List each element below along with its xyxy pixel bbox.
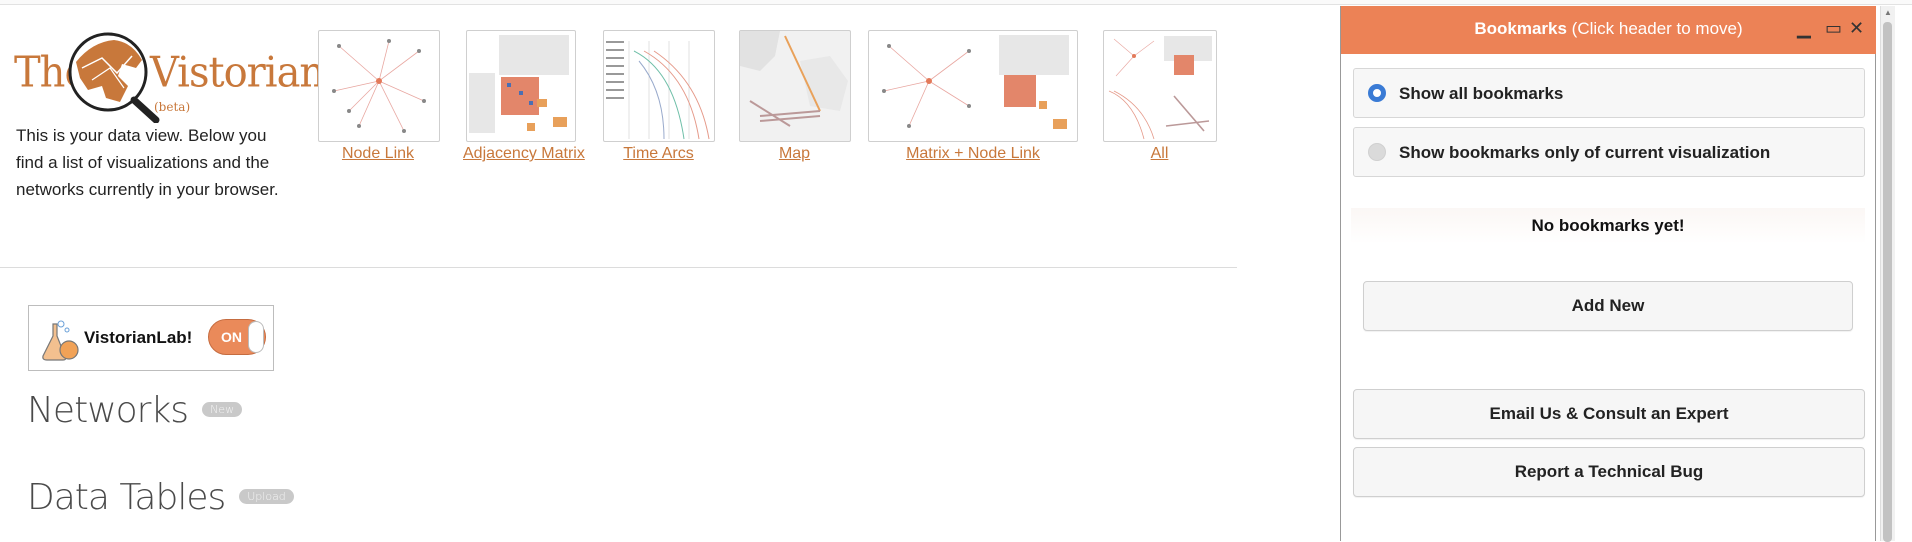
email-expert-button[interactable]: Email Us & Consult an Expert <box>1353 389 1865 439</box>
viz-map[interactable]: Map <box>732 30 857 163</box>
bookmarks-title-hint: (Click header to move) <box>1566 19 1743 38</box>
radio-show-current-bookmarks[interactable]: Show bookmarks only of current visualiza… <box>1353 127 1865 177</box>
bookmarks-panel: Bookmarks (Click header to move) ▁ ▭ ✕ S… <box>1340 6 1876 541</box>
radio-checked-icon[interactable] <box>1368 84 1386 102</box>
viz-link-node-link[interactable]: Node Link <box>318 145 438 163</box>
viz-link-all[interactable]: All <box>1102 145 1217 163</box>
section-divider <box>0 267 1237 268</box>
data-tables-heading: Data Tables <box>27 477 226 518</box>
viz-link-map[interactable]: Map <box>732 145 857 163</box>
vistorian-lab-toggle[interactable]: ON <box>208 319 266 355</box>
viz-link-adjacency-matrix[interactable]: Adjacency Matrix <box>463 145 585 163</box>
bookmarks-title: Bookmarks <box>1474 19 1567 38</box>
toggle-knob[interactable] <box>248 321 264 353</box>
browser-top-edge <box>0 0 1912 5</box>
scroll-up-arrow-icon[interactable]: ▲ <box>1884 8 1892 17</box>
vistorian-logo: The Vistorian (beta) <box>14 28 325 123</box>
map-thumbnail[interactable] <box>738 30 851 142</box>
node-link-thumbnail[interactable] <box>318 30 440 142</box>
intro-text: This is your data view. Below you find a… <box>16 126 279 199</box>
minimize-icon[interactable]: ▁ <box>1797 6 1811 50</box>
viz-matrix-node-link[interactable]: Matrix + Node Link <box>868 30 1078 163</box>
networks-heading: Networks <box>27 390 189 431</box>
viz-link-matrix-node-link[interactable]: Matrix + Node Link <box>868 145 1078 163</box>
vistorian-lab-label: VistorianLab! <box>84 328 193 347</box>
adjacency-matrix-thumbnail[interactable] <box>465 30 576 142</box>
radio-show-all-bookmarks[interactable]: Show all bookmarks <box>1353 68 1865 118</box>
page-scrollbar[interactable]: ▲ <box>1880 6 1895 542</box>
toggle-on-label: ON <box>221 329 242 345</box>
all-thumbnail[interactable] <box>1102 30 1217 142</box>
close-icon[interactable]: ✕ <box>1849 6 1864 50</box>
networks-section-title: Networks New <box>27 390 243 431</box>
viz-link-time-arcs[interactable]: Time Arcs <box>596 145 721 163</box>
viz-time-arcs[interactable]: Time Arcs <box>596 30 721 163</box>
report-bug-button[interactable]: Report a Technical Bug <box>1353 447 1865 497</box>
upload-table-badge[interactable]: Upload <box>239 488 294 504</box>
bookmarks-header[interactable]: Bookmarks (Click header to move) ▁ ▭ ✕ <box>1341 6 1876 54</box>
logo-beta: (beta) <box>154 100 191 114</box>
new-network-badge[interactable]: New <box>202 401 243 417</box>
matrix-node-link-thumbnail[interactable] <box>868 30 1078 142</box>
radio-unchecked-icon[interactable] <box>1368 143 1386 161</box>
globe-magnifier-icon <box>68 32 160 123</box>
show-current-bookmarks-label: Show bookmarks only of current visualiza… <box>1399 143 1771 162</box>
viz-all[interactable]: All <box>1102 30 1217 163</box>
viz-node-link[interactable]: Node Link <box>318 30 440 163</box>
viz-adjacency-matrix[interactable]: Adjacency Matrix <box>463 30 585 163</box>
add-new-bookmark-button[interactable]: Add New <box>1363 281 1853 331</box>
no-bookmarks-message: No bookmarks yet! <box>1351 208 1865 244</box>
maximize-icon[interactable]: ▭ <box>1825 6 1842 50</box>
show-all-bookmarks-label: Show all bookmarks <box>1399 84 1564 103</box>
vistorian-lab-box: VistorianLab! ON <box>28 305 274 371</box>
scrollbar-thumb[interactable] <box>1883 22 1892 542</box>
data-tables-section-title: Data Tables Upload <box>27 477 294 518</box>
lab-flask-icon <box>42 320 79 361</box>
time-arcs-thumbnail[interactable] <box>602 30 715 142</box>
logo-word-vistorian: Vistorian <box>150 48 325 98</box>
